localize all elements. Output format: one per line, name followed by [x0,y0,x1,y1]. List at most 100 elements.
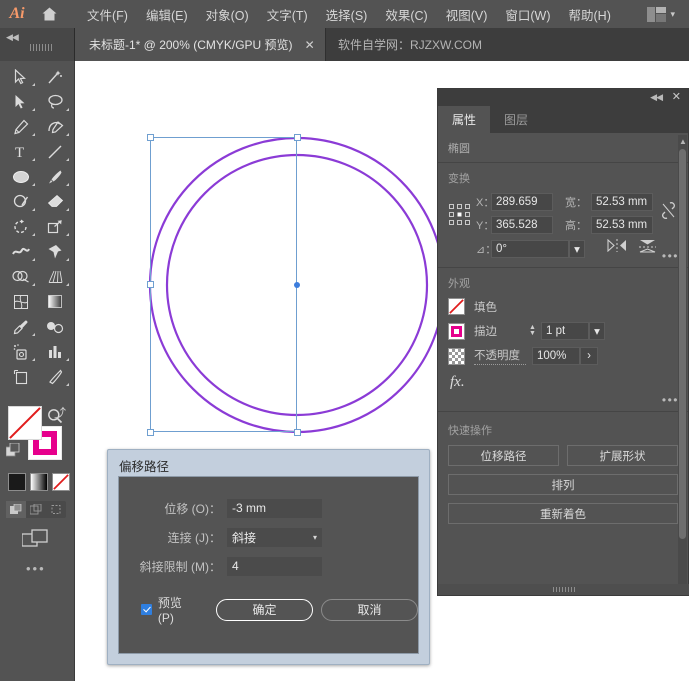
quick-action-offset-path[interactable]: 位移路径 [448,445,559,466]
gradient-mode-swatch[interactable] [30,473,48,491]
lasso-tool[interactable] [38,89,72,114]
x-input[interactable]: 289.659 [491,193,553,211]
width-input[interactable]: 52.53 mm [591,193,653,211]
fill-swatch[interactable] [8,406,42,440]
angle-input[interactable]: 0° [491,239,569,258]
menu-object[interactable]: 对象(O) [197,3,258,26]
quick-action-arrange[interactable]: 排列 [448,474,678,495]
flip-vertical-icon[interactable] [639,239,656,258]
slice-tool[interactable] [38,364,72,389]
stroke-weight-dropdown[interactable]: ▾ [589,322,605,340]
opacity-options[interactable]: › [580,347,598,365]
cancel-button[interactable]: 取消 [320,598,418,621]
bbox-handle-top-center[interactable] [293,133,301,141]
menu-view[interactable]: 视图(V) [437,3,497,26]
preview-label: 预览 (P) [157,596,182,625]
pen-tool[interactable] [4,114,38,139]
workspace-switcher[interactable]: ▾ [641,0,681,28]
paintbrush-tool[interactable] [38,164,72,189]
panel-resize-handle[interactable] [553,587,575,592]
rotate-tool[interactable] [4,214,38,239]
chevron-down-icon: ▾ [594,326,600,338]
properties-scrollbar[interactable]: ▲ [678,135,687,595]
height-input[interactable]: 52.53 mm [591,216,653,234]
opacity-input[interactable]: 100% [532,347,580,365]
tab-layers[interactable]: 图层 [490,106,542,133]
unlink-proportions-icon[interactable] [658,193,678,220]
menu-file[interactable]: 文件(F) [78,3,137,26]
quick-action-expand-shape[interactable]: 扩展形状 [567,445,678,466]
quick-action-recolor[interactable]: 重新着色 [448,503,678,524]
shape-builder-tool[interactable] [4,264,38,289]
document-tab[interactable]: 未标题-1* @ 200% (CMYK/GPU 预览) ✕ [75,28,326,61]
change-screen-mode-icon[interactable] [21,529,50,554]
close-icon[interactable]: ✕ [305,38,315,52]
tab-properties[interactable]: 属性 [438,106,491,133]
height-label: 高： [565,220,587,232]
offset-input[interactable]: -3 mm [227,499,322,518]
y-input[interactable]: 365.528 [491,216,553,234]
menu-help[interactable]: 帮助(H) [560,3,620,26]
gradient-tool[interactable] [38,289,72,314]
collapse-panel-icon[interactable]: ◀◀ [650,92,663,103]
join-select[interactable]: 斜接 ▾ [227,528,322,547]
magic-wand-tool[interactable] [38,64,72,89]
home-icon[interactable] [34,0,64,28]
swap-fill-stroke-icon[interactable]: ⤴ [54,404,66,421]
scrollbar-thumb[interactable] [679,149,686,539]
perspective-grid-tool[interactable] [38,264,72,289]
ellipse-tool[interactable] [4,164,38,189]
bbox-handle-middle-left[interactable] [146,280,154,288]
type-tool[interactable]: T [4,139,38,164]
close-icon[interactable]: ✕ [672,90,681,103]
selection-tool[interactable] [4,64,38,89]
menu-select[interactable]: 选择(S) [317,3,377,26]
appearance-more-options[interactable]: ••• [662,393,679,407]
scroll-up-icon[interactable]: ▲ [679,137,687,146]
blend-tool[interactable] [38,314,72,339]
mesh-tool[interactable] [4,289,38,314]
menu-edit[interactable]: 编辑(E) [137,3,197,26]
fx-button[interactable]: fx. [448,372,678,395]
default-fill-stroke-icon[interactable] [5,442,20,462]
toolbar-drag-handle[interactable] [30,44,52,51]
opacity-swatch-icon[interactable] [448,347,465,365]
free-transform-tool[interactable] [38,239,72,264]
fill-swatch[interactable] [448,298,465,315]
symbol-sprayer-tool[interactable] [4,339,38,364]
scale-tool[interactable] [38,214,72,239]
left-panel-collapse[interactable]: ◀◀ [0,28,75,61]
draw-normal-mode[interactable] [6,501,26,518]
line-segment-tool[interactable] [38,139,72,164]
bbox-handle-top-left[interactable] [146,133,154,141]
stroke-swatch[interactable] [448,322,465,340]
flip-horizontal-icon[interactable] [607,238,627,258]
width-tool[interactable] [4,239,38,264]
transform-more-options[interactable]: ••• [662,249,679,263]
curvature-tool[interactable] [38,114,72,139]
stroke-weight-stepper[interactable]: ▲ ▼ [526,322,539,340]
preview-checkbox[interactable] [141,604,152,615]
ok-button[interactable]: 确定 [216,598,314,621]
menu-type[interactable]: 文字(T) [258,3,317,26]
direct-selection-tool[interactable] [4,89,38,114]
bbox-handle-bottom-center[interactable] [293,428,301,436]
miter-limit-input[interactable]: 4 [227,557,322,576]
artboard-tool[interactable] [4,364,38,389]
menu-window[interactable]: 窗口(W) [496,3,559,26]
object-type-label: 椭圆 [448,143,470,155]
reference-point-grid-icon[interactable] [448,193,476,232]
bbox-handle-bottom-left[interactable] [146,428,154,436]
angle-dropdown[interactable]: ▾ [569,239,585,258]
eraser-tool[interactable] [38,189,72,214]
column-graph-tool[interactable] [38,339,72,364]
eyedropper-tool[interactable] [4,314,38,339]
stroke-weight-input[interactable]: 1 pt [541,322,589,340]
toolbar-more-tools[interactable]: ••• [26,561,46,576]
none-mode-swatch[interactable] [52,473,70,491]
draw-inside-mode[interactable] [46,501,66,518]
menu-effect[interactable]: 效果(C) [376,3,436,26]
color-mode-swatch[interactable] [8,473,26,491]
shaper-tool[interactable] [4,189,38,214]
draw-behind-mode[interactable] [26,501,46,518]
